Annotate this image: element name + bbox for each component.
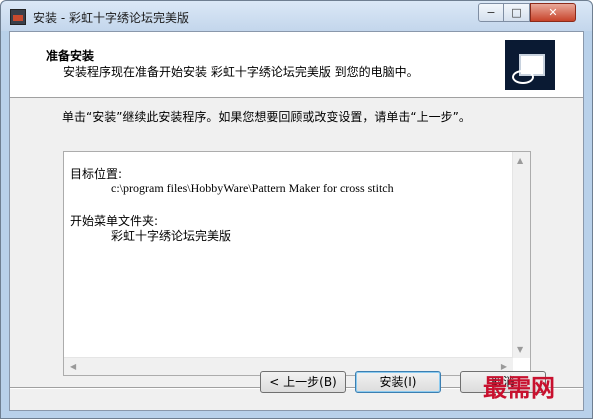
install-button[interactable]: 安装(I) [355,371,441,393]
start-menu-folder: 彩虹十字绣论坛完美版 [111,229,232,243]
scroll-down-icon[interactable]: ▼ [517,345,523,354]
page-description: 安装程序现在准备开始安装 彩虹十字绣论坛完美版 到您的电脑中。 [63,65,419,79]
setup-box-icon [505,40,555,90]
app-icon [10,9,26,25]
scroll-left-icon[interactable]: ◀ [70,362,76,371]
vertical-scrollbar[interactable]: ▲ ▼ [512,152,530,358]
wizard-header: 准备安装 安装程序现在准备开始安装 彩虹十字绣论坛完美版 到您的电脑中。 [10,32,583,98]
scroll-up-icon[interactable]: ▲ [517,156,523,165]
settings-summary-memo[interactable]: 目标位置: c:\program files\HobbyWare\Pattern… [63,151,531,376]
watermark-logo: 最需网 [483,373,555,402]
title-bar[interactable]: 安装 - 彩虹十字绣论坛完美版 − □ ✕ [1,1,592,31]
destination-label: 目标位置: [70,167,123,181]
installer-window: 安装 - 彩虹十字绣论坛完美版 − □ ✕ 准备安装 安装程序现在准备开始安装 … [0,0,593,419]
window-title: 安装 - 彩虹十字绣论坛完美版 [33,11,189,25]
destination-path: c:\program files\HobbyWare\Pattern Maker… [111,181,394,195]
close-button[interactable]: ✕ [530,3,576,22]
intro-text: 单击“安装”继续此安装程序。如果您想要回顾或改变设置，请单击“上一步”。 [62,110,471,124]
back-button[interactable]: < 上一步(B) [260,371,346,393]
minimize-button[interactable]: − [478,3,504,22]
maximize-button[interactable]: □ [504,3,530,22]
wizard-client-area: 准备安装 安装程序现在准备开始安装 彩虹十字绣论坛完美版 到您的电脑中。 单击“… [9,31,584,411]
page-title: 准备安装 [46,49,95,63]
